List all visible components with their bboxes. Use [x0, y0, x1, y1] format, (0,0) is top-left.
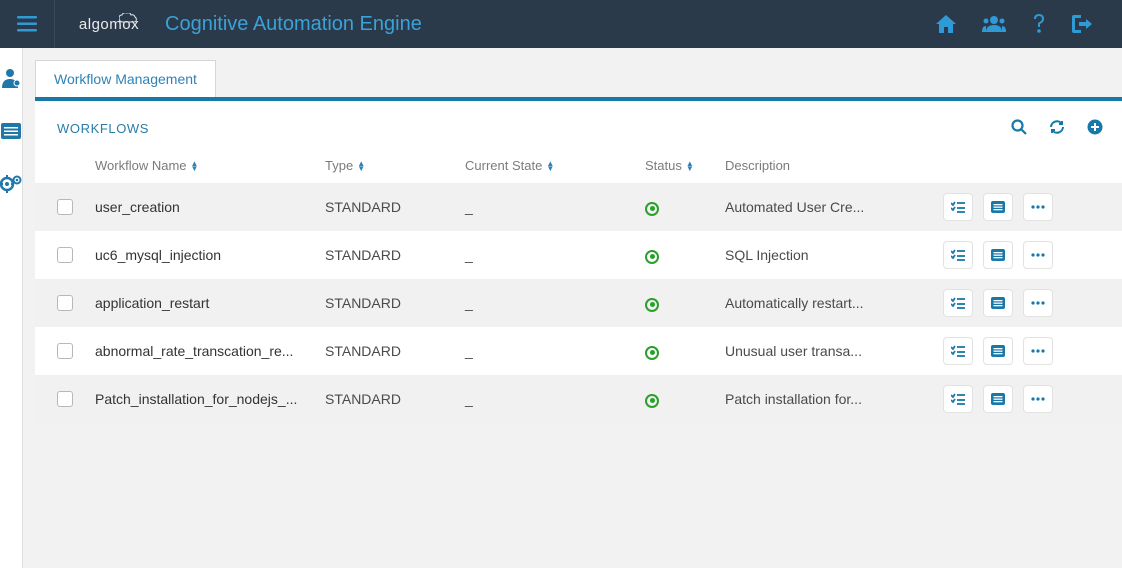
status-active-icon — [645, 346, 659, 360]
status-active-icon — [645, 298, 659, 312]
tasks-button[interactable] — [943, 337, 973, 365]
users-icon[interactable] — [982, 16, 1006, 32]
workflow-state: _ — [465, 199, 645, 215]
more-button[interactable] — [1023, 385, 1053, 413]
topbar-actions — [936, 14, 1122, 34]
status-active-icon — [645, 202, 659, 216]
cloud-icon — [119, 10, 137, 27]
workflow-state: _ — [465, 391, 645, 407]
details-button[interactable] — [983, 337, 1013, 365]
tasks-button[interactable] — [943, 193, 973, 221]
table-row: uc6_mysql_injectionSTANDARD_ SQL Injectio… — [35, 231, 1122, 279]
logout-icon[interactable] — [1072, 15, 1092, 33]
workflow-status — [645, 390, 725, 408]
workflow-status — [645, 342, 725, 360]
details-button[interactable] — [983, 385, 1013, 413]
panel-actions — [1011, 119, 1103, 138]
workflow-name: abnormal_rate_transcation_re... — [95, 343, 325, 359]
more-button[interactable] — [1023, 337, 1053, 365]
workflow-type: STANDARD — [325, 295, 465, 311]
sidebar — [0, 48, 23, 568]
table-row: application_restartSTANDARD_ Automaticall… — [35, 279, 1122, 327]
table-row: user_creationSTANDARD_ Automated User Cre… — [35, 183, 1122, 231]
sort-icon: ▲▼ — [686, 161, 694, 171]
workflow-desc: Patch installation for... — [725, 391, 935, 407]
refresh-icon[interactable] — [1049, 119, 1065, 138]
table-header: Workflow Name▲▼ Type▲▼ Current State▲▼ S… — [35, 148, 1122, 183]
tasks-button[interactable] — [943, 241, 973, 269]
help-icon[interactable] — [1032, 14, 1046, 34]
row-checkbox[interactable] — [57, 199, 73, 215]
col-status[interactable]: Status▲▼ — [645, 158, 725, 173]
workflow-desc: SQL Injection — [725, 247, 935, 263]
list-nav-icon[interactable] — [1, 123, 21, 142]
row-checkbox[interactable] — [57, 247, 73, 263]
workflows-panel: WORKFLOWS Workflow Name▲▼ Type▲▼ Current… — [35, 97, 1122, 423]
col-name[interactable]: Workflow Name▲▼ — [95, 158, 325, 173]
col-type[interactable]: Type▲▼ — [325, 158, 465, 173]
row-checkbox[interactable] — [57, 391, 73, 407]
workflow-desc: Automatically restart... — [725, 295, 935, 311]
workflow-state: _ — [465, 343, 645, 359]
tasks-button[interactable] — [943, 385, 973, 413]
add-icon[interactable] — [1087, 119, 1103, 138]
workflow-name: user_creation — [95, 199, 325, 215]
more-button[interactable] — [1023, 241, 1053, 269]
search-icon[interactable] — [1011, 119, 1027, 138]
settings-nav-icon[interactable] — [0, 174, 22, 197]
details-button[interactable] — [983, 289, 1013, 317]
home-icon[interactable] — [936, 15, 956, 33]
panel-title: WORKFLOWS — [57, 121, 149, 136]
workflow-state: _ — [465, 295, 645, 311]
workflow-name: Patch_installation_for_nodejs_... — [95, 391, 325, 407]
workflow-name: application_restart — [95, 295, 325, 311]
app-title: Cognitive Automation Engine — [155, 13, 422, 36]
row-checkbox[interactable] — [57, 295, 73, 311]
col-desc: Description — [725, 158, 935, 173]
more-button[interactable] — [1023, 193, 1053, 221]
sort-icon: ▲▼ — [546, 161, 554, 171]
workflow-state: _ — [465, 247, 645, 263]
sort-icon: ▲▼ — [357, 161, 365, 171]
details-button[interactable] — [983, 193, 1013, 221]
workflow-status — [645, 198, 725, 216]
workflow-status — [645, 246, 725, 264]
sort-icon: ▲▼ — [191, 161, 199, 171]
logo: algomox — [55, 16, 155, 33]
main-content: Workflow Management WORKFLOWS Workflow N… — [23, 48, 1122, 568]
workflow-type: STANDARD — [325, 247, 465, 263]
tab-workflow-management[interactable]: Workflow Management — [35, 60, 216, 97]
workflow-name: uc6_mysql_injection — [95, 247, 325, 263]
col-state[interactable]: Current State▲▼ — [465, 158, 645, 173]
details-button[interactable] — [983, 241, 1013, 269]
workflow-status — [645, 294, 725, 312]
table-row: Patch_installation_for_nodejs_...STANDAR… — [35, 375, 1122, 423]
workflow-type: STANDARD — [325, 199, 465, 215]
workflows-table: Workflow Name▲▼ Type▲▼ Current State▲▼ S… — [35, 148, 1122, 423]
hamburger-icon — [17, 16, 37, 32]
row-checkbox[interactable] — [57, 343, 73, 359]
tasks-button[interactable] — [943, 289, 973, 317]
user-nav-icon[interactable] — [2, 68, 20, 91]
topbar: algomox Cognitive Automation Engine — [0, 0, 1122, 48]
status-active-icon — [645, 394, 659, 408]
more-button[interactable] — [1023, 289, 1053, 317]
status-active-icon — [645, 250, 659, 264]
workflow-type: STANDARD — [325, 391, 465, 407]
tab-strip: Workflow Management — [35, 60, 1122, 97]
menu-toggle[interactable] — [0, 0, 55, 48]
workflow-desc: Unusual user transa... — [725, 343, 935, 359]
workflow-desc: Automated User Cre... — [725, 199, 935, 215]
workflow-type: STANDARD — [325, 343, 465, 359]
table-row: abnormal_rate_transcation_re...STANDARD_… — [35, 327, 1122, 375]
